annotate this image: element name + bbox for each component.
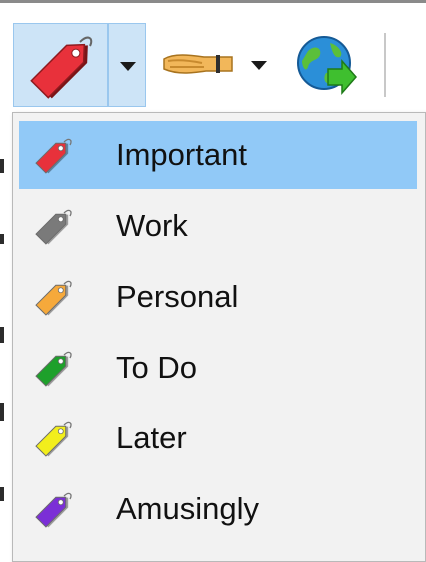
menu-item-label: Amusingly — [116, 491, 259, 526]
menu-item-amusingly[interactable]: Amusingly — [19, 475, 417, 543]
menu-item-label: To Do — [116, 350, 197, 385]
tag-button[interactable] — [13, 23, 108, 107]
menu-item-important[interactable]: Important — [19, 121, 417, 189]
tag-icon — [35, 351, 72, 387]
menu-item-label: Personal — [116, 279, 239, 314]
forward-button[interactable] — [160, 23, 235, 107]
handshake-icon — [163, 54, 233, 74]
menu-item-label: Important — [116, 137, 247, 172]
menu-item-to-do[interactable]: To Do — [19, 334, 417, 402]
forward-dropdown-button[interactable] — [245, 23, 275, 107]
tag-icon — [35, 280, 72, 316]
globe-arrow-icon — [297, 36, 357, 95]
chevron-down-icon — [120, 62, 136, 71]
menu-item-work[interactable]: Work — [19, 192, 417, 260]
toolbar-separator — [384, 33, 386, 97]
menu-item-later[interactable]: Later — [19, 404, 417, 472]
tag-dropdown-menu: Important Work Personal To Do Later Amusingly — [12, 112, 426, 562]
chevron-down-icon — [251, 61, 267, 70]
tag-icon — [30, 36, 93, 99]
menu-item-label: Work — [116, 208, 188, 243]
menu-item-personal[interactable]: Personal — [19, 263, 417, 331]
tag-icon — [35, 421, 72, 457]
toolbar — [0, 3, 426, 109]
tag-icon — [35, 138, 72, 174]
globe-button[interactable] — [290, 23, 360, 107]
tag-dropdown-button[interactable] — [108, 23, 146, 107]
background-window-edge — [0, 109, 12, 562]
tag-icon — [35, 492, 72, 528]
menu-item-label: Later — [116, 420, 187, 455]
tag-icon — [35, 209, 72, 245]
